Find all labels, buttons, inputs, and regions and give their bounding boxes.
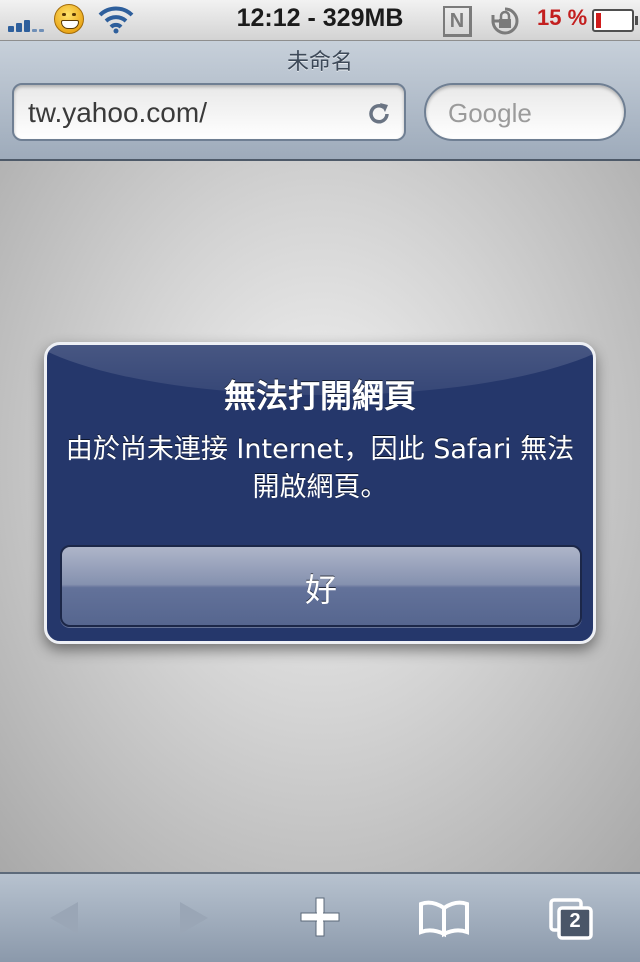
- search-placeholder: Google: [448, 98, 532, 128]
- url-field[interactable]: tw.yahoo.com/: [12, 83, 406, 141]
- url-text: tw.yahoo.com/: [28, 97, 207, 128]
- alert-message: 由於尚未連接 Internet，因此 Safari 無法開啟網頁。: [65, 434, 575, 503]
- alert-title: 無法打開網頁: [223, 377, 416, 415]
- back-button[interactable]: [44, 874, 84, 962]
- safari-address-bar: 未命名 tw.yahoo.com/ Google: [0, 41, 640, 161]
- bookmarks-button[interactable]: [418, 874, 470, 962]
- nav-indicator-icon: N: [443, 6, 472, 37]
- reload-icon[interactable]: [364, 99, 394, 129]
- status-bar: 12:12 - 329MB N 15 %: [0, 0, 640, 41]
- forward-arrow-icon: [180, 902, 208, 934]
- ok-button[interactable]: 好: [60, 545, 582, 627]
- orientation-lock-icon: [491, 7, 519, 35]
- add-plus-icon: [300, 897, 340, 937]
- bottom-toolbar: [0, 872, 640, 962]
- ok-button-label: 好: [304, 571, 337, 609]
- back-arrow-icon: [50, 902, 78, 934]
- battery-icon: [592, 9, 638, 32]
- page-title: 未命名: [286, 50, 353, 75]
- bookmarks-book-icon: [419, 900, 469, 938]
- battery-fill: [596, 13, 601, 28]
- alert-dialog: 無法打開網頁 由於尚未連接 Internet，因此 Safari 無法開啟網頁。…: [44, 342, 596, 644]
- forward-button[interactable]: [174, 874, 214, 962]
- add-button[interactable]: [300, 874, 340, 962]
- tab-count-badge: 2: [569, 910, 581, 932]
- search-input[interactable]: Google: [424, 83, 626, 141]
- battery-percent: 15 %: [537, 5, 588, 30]
